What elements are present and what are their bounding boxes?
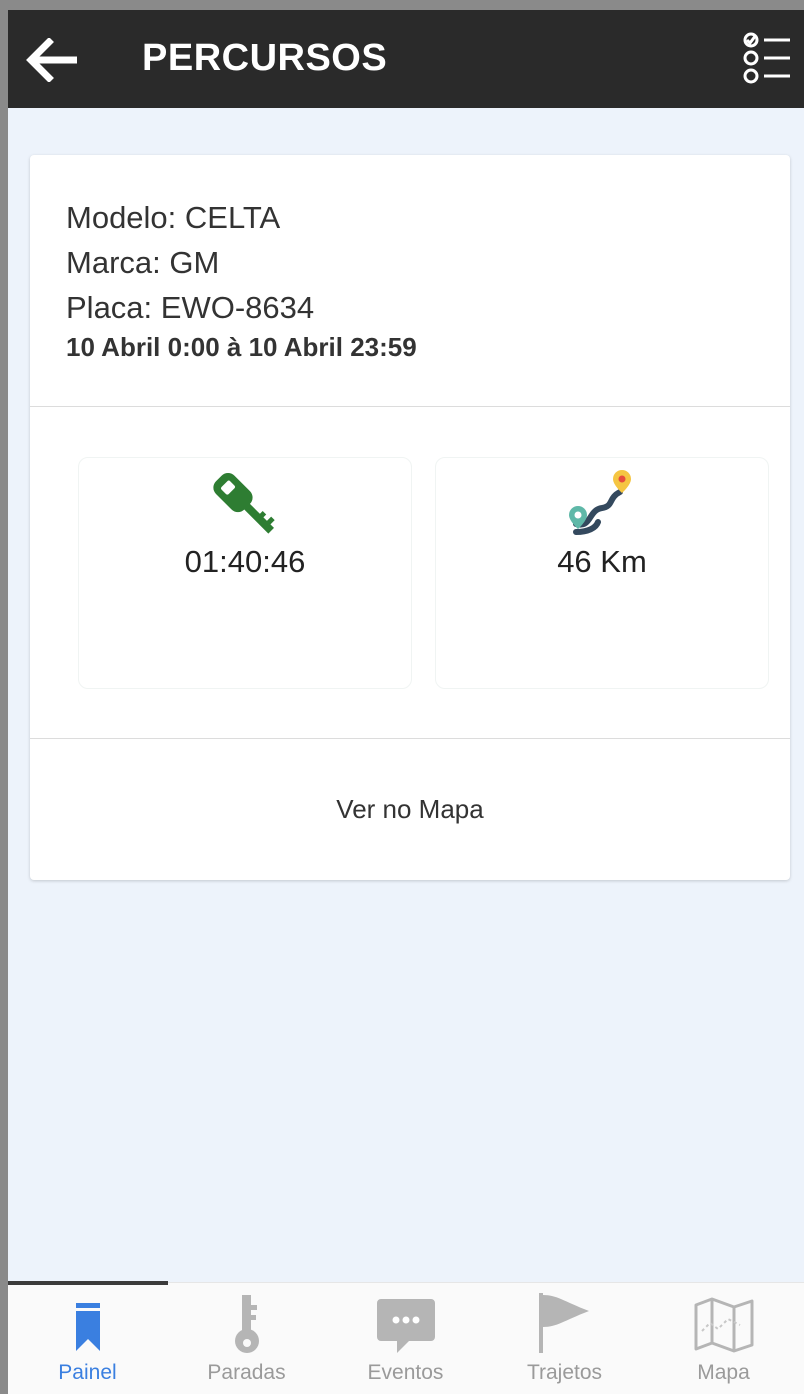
bookmark-icon xyxy=(75,1303,100,1351)
nav-item-eventos[interactable]: Eventos xyxy=(326,1283,485,1394)
chat-icon xyxy=(376,1299,435,1353)
vehicle-brand: Marca: GM xyxy=(66,245,220,280)
checklist-menu-button[interactable] xyxy=(738,20,796,88)
nav-item-painel[interactable]: Painel xyxy=(8,1283,167,1394)
screen: PERCURSOS Modelo: CELTA Marca: GM Placa:… xyxy=(8,10,804,1394)
app-bar: PERCURSOS xyxy=(8,10,804,108)
vehicle-plate: Placa: EWO-8634 xyxy=(66,290,315,325)
ignition-time-value: 01:40:46 xyxy=(184,544,306,579)
car-key-icon xyxy=(213,472,275,534)
nav-label-eventos: Eventos xyxy=(367,1361,444,1384)
divider xyxy=(30,406,790,407)
nav-item-mapa[interactable]: Mapa xyxy=(644,1283,803,1394)
arrow-left-icon xyxy=(26,38,77,82)
nav-label-trajetos: Trajetos xyxy=(526,1361,603,1384)
back-button[interactable] xyxy=(22,32,84,88)
page-title: PERCURSOS xyxy=(142,37,388,79)
key-icon xyxy=(234,1295,259,1353)
vehicle-model: Modelo: CELTA xyxy=(66,200,281,235)
map-icon xyxy=(694,1297,753,1353)
date-range: 10 Abril 0:00 à 10 Abril 23:59 xyxy=(66,332,417,362)
vehicle-info: Modelo: CELTA Marca: GM Placa: EWO-8634 … xyxy=(66,195,417,363)
distance-tile[interactable]: 46 Km xyxy=(435,457,769,689)
flag-icon xyxy=(538,1293,589,1353)
route-icon xyxy=(569,470,631,535)
bottom-navigation: Painel Paradas Eventos Trajetos Mapa xyxy=(8,1281,804,1394)
nav-label-mapa: Mapa xyxy=(697,1361,750,1384)
route-summary-card: Modelo: CELTA Marca: GM Placa: EWO-8634 … xyxy=(30,155,790,880)
checklist-icon xyxy=(743,32,790,84)
distance-value: 46 Km xyxy=(557,544,647,579)
nav-label-painel: Painel xyxy=(58,1361,117,1384)
nav-item-trajetos[interactable]: Trajetos xyxy=(485,1283,644,1394)
nav-item-paradas[interactable]: Paradas xyxy=(167,1283,326,1394)
ignition-time-tile[interactable]: 01:40:46 xyxy=(78,457,412,689)
view-on-map-button[interactable]: Ver no Mapa xyxy=(30,739,790,880)
nav-label-paradas: Paradas xyxy=(207,1361,286,1384)
